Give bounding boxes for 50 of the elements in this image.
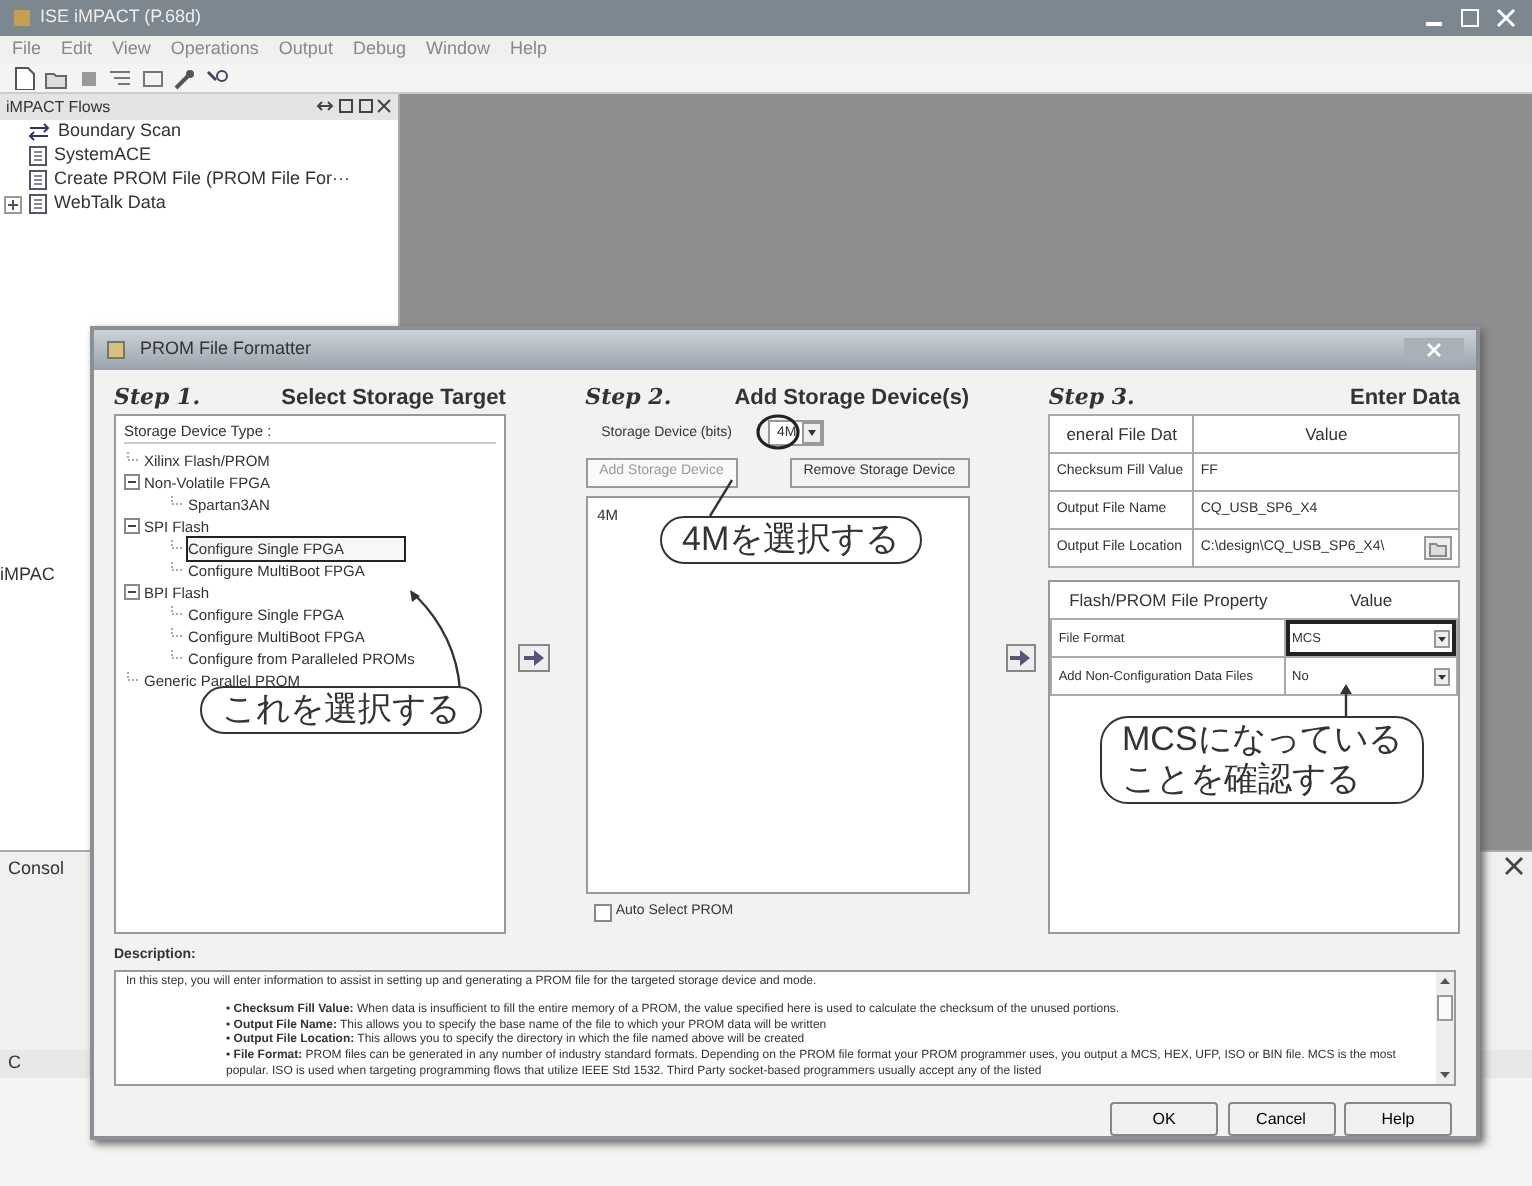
folder-icon[interactable] <box>1424 535 1453 560</box>
step-heading: Enter Data <box>1349 383 1461 414</box>
column-header: Value <box>1285 581 1458 620</box>
flow-item[interactable]: Create PROM File (PROM File For··· <box>0 168 398 192</box>
arrow-icon <box>1010 649 1031 666</box>
document-icon <box>28 146 48 166</box>
maximize-icon[interactable] <box>1456 6 1484 30</box>
wrench-icon[interactable] <box>172 66 196 90</box>
panel-controls-icon[interactable] <box>316 98 392 116</box>
column-header: Flash/PROM File Property <box>1051 581 1286 620</box>
step-number: Step 3. <box>1048 381 1135 414</box>
collapse-icon[interactable] <box>124 474 140 491</box>
dialog-button[interactable]: OK <box>1110 1102 1218 1136</box>
step-number: Step 1. <box>114 381 201 414</box>
flow-item[interactable]: SystemACE <box>0 144 398 168</box>
arrow-icon <box>523 649 544 666</box>
dialog-button[interactable]: Help <box>1344 1102 1452 1136</box>
callout-text: ことを確認する <box>1122 760 1362 800</box>
dialog-title: PROM File Formatter <box>140 336 312 363</box>
window-title: ISE iMPACT (P.68d) <box>40 4 202 31</box>
callout-text: MCSになっている <box>1122 720 1402 760</box>
scan-icon <box>28 122 52 142</box>
document-icon <box>28 170 48 190</box>
dialog-button[interactable]: Cancel <box>1227 1102 1335 1136</box>
next-arrow-button[interactable] <box>1005 643 1037 672</box>
list-icon[interactable] <box>108 66 132 90</box>
dialog-icon <box>106 339 130 360</box>
step-heading: Add Storage Device(s) <box>734 383 970 414</box>
callout-text: これを選択する <box>222 690 460 730</box>
close-icon[interactable] <box>1492 6 1520 30</box>
callout-text: 4Mを選択する <box>682 520 900 560</box>
next-arrow-button[interactable] <box>517 643 550 672</box>
collapse-icon[interactable] <box>124 518 140 535</box>
collapse-icon[interactable] <box>124 584 140 601</box>
step-heading: Select Storage Target <box>281 383 506 414</box>
document-icon <box>28 194 48 214</box>
highlight-circle <box>756 414 801 451</box>
panel-label: iMPAC <box>0 564 55 584</box>
panel-label: Consol <box>8 856 65 882</box>
app-icon <box>12 8 32 28</box>
column-header: Value <box>1193 414 1460 453</box>
step-number: Step 2. <box>585 381 672 414</box>
close-icon[interactable] <box>1504 856 1524 876</box>
status-text: C <box>8 1052 21 1072</box>
panel-title: iMPACT Flows <box>6 95 111 119</box>
flow-item[interactable]: Boundary Scan <box>0 120 398 144</box>
window-icon[interactable] <box>140 66 164 90</box>
flow-item[interactable]: WebTalk Data <box>0 192 398 216</box>
expand-icon[interactable] <box>4 195 22 213</box>
column-header: eneral File Dat <box>1049 414 1194 453</box>
